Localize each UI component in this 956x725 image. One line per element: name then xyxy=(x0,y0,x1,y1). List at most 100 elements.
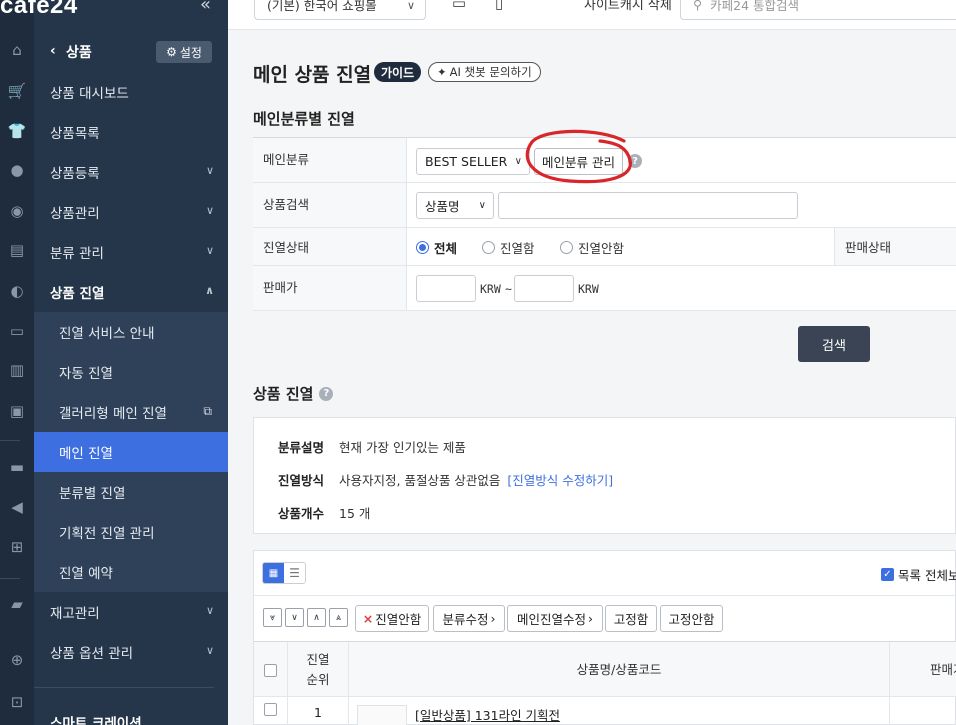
sidebar-header: ‹ 상품 ⚙ 설정 xyxy=(34,32,228,72)
coupon-icon[interactable]: ▭ xyxy=(0,319,34,343)
info-row-method: 진열방식 사용자지정, 품절상품 상관없음 [진열방식 수정하기] xyxy=(278,470,613,489)
sidebar-subitem-display-guide[interactable]: 진열 서비스 안내 xyxy=(34,312,228,352)
main-content: 메인 상품 진열 가이드 ✦ AI 챗봇 문의하기 메인분류별 진열 메인분류 … xyxy=(228,30,956,725)
search-icon: ⚲ xyxy=(693,0,703,12)
cart-icon[interactable]: 🛒 xyxy=(0,79,34,103)
sidebar-item-smart-creation[interactable]: 스마트 크레이션 xyxy=(34,702,228,725)
desktop-icon[interactable]: ▭ xyxy=(448,0,470,16)
apps-add-icon[interactable]: ⊕ xyxy=(0,648,34,672)
home-icon[interactable]: ⌂ xyxy=(0,38,34,62)
page-title: 메인 상품 진열 xyxy=(253,64,372,86)
stats-icon[interactable]: ▥ xyxy=(0,358,34,382)
rail-divider xyxy=(0,440,20,441)
main-category-manage-button[interactable]: 메인분류 관리 xyxy=(534,148,623,175)
unpin-button[interactable]: 고정안함 xyxy=(660,605,723,632)
board-icon[interactable]: ▤ xyxy=(0,238,34,262)
search-form: 메인분류 BEST SELLER ∨ 메인분류 관리 ? 상품검색 상품명 ∨ … xyxy=(253,137,956,311)
sidebar-subitem-category-display[interactable]: 분류별 진열 xyxy=(34,472,228,512)
cafe24-logo[interactable]: cafe24 xyxy=(0,0,78,20)
chevron-right-icon: › xyxy=(490,611,496,626)
sidebar-item-label: 상품목록 xyxy=(50,126,100,142)
info-row-count: 상품개수 15 개 xyxy=(278,503,370,522)
mobile-icon[interactable]: ▯ xyxy=(488,0,510,16)
sidebar-item-label: 분류 관리 xyxy=(50,246,104,262)
show-all-checkbox[interactable]: ✓ 목록 전체보기 xyxy=(881,565,956,584)
sidebar-subitem-auto-display[interactable]: 자동 진열 xyxy=(34,352,228,392)
search-button[interactable]: 검색 xyxy=(798,326,870,362)
sidebar-item-label: 자동 진열 xyxy=(59,366,113,382)
view-toggle: ▦ ☰ xyxy=(262,562,306,584)
search-type-select[interactable]: 상품명 ∨ xyxy=(416,192,494,219)
pin-button[interactable]: 고정함 xyxy=(605,605,657,632)
row-checkbox[interactable] xyxy=(264,703,277,716)
radio-dot xyxy=(416,241,429,254)
grid-view-icon[interactable]: ▦ xyxy=(263,563,284,583)
sidebar-item-label: 갤러리형 메인 진열 xyxy=(59,406,167,422)
edit-category-button[interactable]: 분류수정 › xyxy=(433,605,505,632)
move-up-button[interactable]: ∧ xyxy=(307,608,326,627)
guide-badge[interactable]: 가이드 xyxy=(374,62,422,82)
external-link-icon: ⧉ xyxy=(203,404,212,418)
radio-label: 진열함 xyxy=(500,241,535,256)
ai-badge-label: AI 챗봇 문의하기 xyxy=(449,65,532,79)
product-search-input[interactable] xyxy=(498,192,798,219)
sidebar-subitem-gallery-main[interactable]: 갤러리형 메인 진열 ⧉ xyxy=(34,392,228,432)
product-thumbnail[interactable] xyxy=(357,705,407,725)
list-view-icon[interactable]: ☰ xyxy=(284,563,305,583)
sidebar-item-option-manage[interactable]: 상품 옵션 관리 ∨ xyxy=(34,632,228,672)
status-radio-displayed[interactable]: 진열함 xyxy=(482,238,535,257)
chat-icon[interactable]: ◉ xyxy=(0,199,34,223)
status-radio-all[interactable]: 전체 xyxy=(416,238,457,257)
sidebar-item-category-manage[interactable]: 분류 관리 ∨ xyxy=(34,232,228,272)
mall-select[interactable]: (기본) 한국어 쇼핑몰 ∨ xyxy=(254,0,426,20)
shop-add-icon[interactable]: ⊞ xyxy=(0,535,34,559)
store-icon[interactable]: ▬ xyxy=(0,455,34,479)
sidebar-subitem-main-display[interactable]: 메인 진열 xyxy=(34,432,228,472)
ai-chatbot-badge[interactable]: ✦ AI 챗봇 문의하기 xyxy=(428,62,541,82)
sidebar-item-label: 분류별 진열 xyxy=(59,486,126,502)
hide-display-button[interactable]: × 진열안함 xyxy=(355,605,429,632)
sidebar-item-label: 진열 서비스 안내 xyxy=(59,326,155,342)
global-search-input[interactable]: ⚲ 카페24 통합검색 xyxy=(680,0,956,20)
move-down-button[interactable]: ∨ xyxy=(285,608,304,627)
sidebar-item-dashboard[interactable]: 상품 대시보드 xyxy=(34,72,228,112)
sidebar-item-product-register[interactable]: 상품등록 ∨ xyxy=(34,152,228,192)
help-icon[interactable]: ? xyxy=(628,154,642,168)
palette-icon[interactable]: ◐ xyxy=(0,279,34,303)
edit-method-link[interactable]: [진열방식 수정하기] xyxy=(507,470,613,489)
help-icon[interactable]: ? xyxy=(319,386,334,401)
chevron-left-icon[interactable]: ‹ xyxy=(50,43,56,59)
main-category-select[interactable]: BEST SELLER ∨ xyxy=(416,148,530,175)
sidebar-subitem-exhibition[interactable]: 기획전 진열 관리 xyxy=(34,512,228,552)
excel-icon[interactable]: ▣ xyxy=(0,399,34,423)
price-max-input[interactable] xyxy=(514,275,574,302)
settings-button[interactable]: ⚙ 설정 xyxy=(156,41,212,63)
checkmark-icon: ✓ xyxy=(881,568,894,581)
table-row[interactable]: 1 [일반상품] 131라인 기획전 xyxy=(254,697,956,725)
shirt-icon[interactable]: 👕 xyxy=(0,119,34,143)
product-name-link[interactable]: [일반상품] 131라인 기획전 xyxy=(415,705,560,724)
sidebar-item-label: 기획전 진열 관리 xyxy=(59,526,155,542)
form-label: 진열상태 xyxy=(253,228,407,265)
form-label: 상품검색 xyxy=(253,183,407,227)
price-min-input[interactable] xyxy=(416,275,476,302)
move-bottom-button[interactable]: ⩔ xyxy=(263,608,282,627)
user-icon[interactable]: ● xyxy=(0,158,34,182)
truck-icon[interactable]: ▰ xyxy=(0,592,34,616)
radio-dot xyxy=(560,241,573,254)
edit-main-display-button[interactable]: 메인진열수정 › xyxy=(507,605,603,632)
sidebar-subitem-display-reserve[interactable]: 진열 예약 xyxy=(34,552,228,592)
status-radio-hidden[interactable]: 진열안함 xyxy=(560,238,624,257)
select-all-checkbox[interactable] xyxy=(264,663,277,677)
sidebar-item-product-list[interactable]: 상품목록 xyxy=(34,112,228,152)
collapse-sidebar-icon[interactable]: « xyxy=(200,0,211,15)
sidebar-item-label: 진열 예약 xyxy=(59,566,113,582)
plus-box-icon[interactable]: ⊡ xyxy=(0,690,34,714)
sidebar-item-inventory[interactable]: 재고관리 ∨ xyxy=(34,592,228,632)
radio-dot xyxy=(482,241,495,254)
megaphone-icon[interactable]: ◀ xyxy=(0,495,34,519)
sidebar-item-product-manage[interactable]: 상품관리 ∨ xyxy=(34,192,228,232)
move-top-button[interactable]: ⩓ xyxy=(329,608,348,627)
sidebar-item-product-display[interactable]: 상품 진열 ∧ xyxy=(34,272,228,312)
cache-delete-link[interactable]: 사이트캐시 삭제 xyxy=(584,0,672,13)
